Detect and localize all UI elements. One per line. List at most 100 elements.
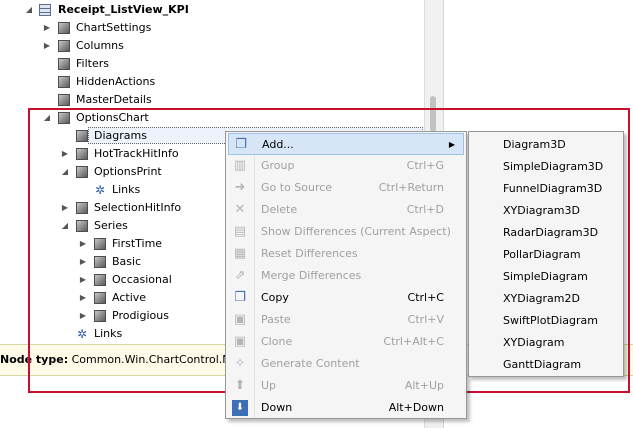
expand-arrow-icon[interactable]: ▶ [42, 37, 52, 55]
menu-item-copy[interactable]: ❐ Copy Ctrl+C [228, 287, 464, 309]
node-cube-icon [76, 202, 88, 214]
up-arrow-icon: ⬆ [234, 378, 246, 393]
node-cube-icon [94, 274, 106, 286]
menu-item-generate-content[interactable]: ✧ Generate Content [228, 353, 464, 375]
menu-item-clone[interactable]: ▣ Clone Ctrl+Alt+C [228, 331, 464, 353]
submenu-item[interactable]: PollarDiagram [503, 244, 581, 266]
paste-icon: ▣ [233, 312, 247, 327]
tree-node-label: Links [94, 327, 123, 340]
menu-item-shortcut: Ctrl+V [407, 313, 444, 326]
menu-item-show-differences[interactable]: ▤ Show Differences (Current Aspect) [228, 221, 464, 243]
tree-node-label: Links [112, 183, 141, 196]
submenu-item[interactable]: SimpleDiagram [503, 266, 588, 288]
menu-item-paste[interactable]: ▣ Paste Ctrl+V [228, 309, 464, 331]
node-cube-icon [76, 148, 88, 160]
menu-item-down[interactable]: ⬇ Down Alt+Down [228, 397, 464, 419]
menu-item-label: Down [261, 401, 293, 414]
add-submenu[interactable]: Diagram3D SimpleDiagram3D FunnelDiagram3… [468, 131, 624, 377]
tree-node-label: Columns [76, 39, 124, 52]
tree-node-label: ChartSettings [76, 21, 152, 34]
menu-item-label: Go to Source [261, 181, 333, 194]
copy-icon: ❐ [234, 290, 246, 305]
submenu-item[interactable]: SimpleDiagram3D [503, 156, 603, 178]
node-cube-icon [58, 94, 70, 106]
menu-item-label: Group [261, 159, 295, 172]
node-cube-icon [58, 112, 70, 124]
tree-node-label: OptionsChart [76, 111, 149, 124]
links-icon: ✲ [94, 183, 106, 197]
tree-node-label: FirstTime [112, 237, 163, 250]
expand-arrow-icon[interactable]: ▶ [78, 307, 88, 325]
submenu-item[interactable]: XYDiagram3D [503, 200, 580, 222]
tree-node-label: Occasional [112, 273, 172, 286]
node-cube-icon [58, 22, 70, 34]
collapse-arrow-icon[interactable]: ◢ [60, 217, 70, 235]
node-cube-icon [94, 256, 106, 268]
node-cube-icon [94, 292, 106, 304]
submenu-item[interactable]: GanttDiagram [503, 354, 581, 376]
submenu-item[interactable]: SwiftPlotDiagram [503, 310, 598, 332]
menu-item-label: Paste [261, 313, 291, 326]
menu-item-label: Generate Content [261, 357, 360, 370]
expand-arrow-icon[interactable]: ▶ [78, 289, 88, 307]
menu-item-add[interactable]: ❐ Add... ▶ [228, 133, 464, 155]
menu-item-merge-differences[interactable]: ⇗ Merge Differences [228, 265, 464, 287]
down-arrow-icon: ⬇ [232, 400, 248, 416]
submenu-item[interactable]: RadarDiagram3D [503, 222, 598, 244]
tree-node-label: OptionsPrint [94, 165, 162, 178]
submenu-item[interactable]: FunnelDiagram3D [503, 178, 602, 200]
menu-item-label: Delete [261, 203, 298, 216]
menu-item-label: Show Differences (Current Aspect) [261, 225, 451, 238]
clone-icon: ▣ [233, 334, 247, 349]
menu-item-delete[interactable]: ✕ Delete Ctrl+D [228, 199, 464, 221]
expand-arrow-icon[interactable]: ▶ [78, 235, 88, 253]
merge-differences-icon: ⇗ [234, 268, 246, 283]
tree-node-label: Basic [112, 255, 142, 268]
node-cube-icon [58, 40, 70, 52]
go-to-source-icon: ➜ [234, 180, 246, 195]
menu-item-shortcut: Alt+Up [404, 379, 444, 392]
collapse-arrow-icon[interactable]: ◢ [42, 109, 52, 127]
group-icon: ▥ [233, 158, 247, 173]
menu-item-label: Copy [261, 291, 289, 304]
node-cube-icon [58, 58, 70, 70]
collapse-arrow-icon[interactable]: ◢ [60, 163, 70, 181]
menu-item-group[interactable]: ▥ Group Ctrl+G [228, 155, 464, 177]
expand-arrow-icon[interactable]: ▶ [60, 145, 70, 163]
delete-icon: ✕ [234, 202, 246, 217]
menu-item-shortcut: Ctrl+Return [378, 181, 444, 194]
menu-item-shortcut: Ctrl+Alt+C [383, 335, 444, 348]
node-cube-icon [58, 76, 70, 88]
tree-node-label: Series [94, 219, 128, 232]
tree-node-label: HotTrackHitInfo [94, 147, 179, 160]
status-label: Node type: [0, 353, 69, 366]
node-cube-icon [76, 130, 88, 142]
expand-arrow-icon[interactable]: ▶ [78, 253, 88, 271]
node-cube-icon [94, 310, 106, 322]
tree-node-label: SelectionHitInfo [94, 201, 182, 214]
add-icon: ❐ [235, 137, 247, 152]
submenu-item[interactable]: Diagram3D [503, 134, 566, 156]
expand-arrow-icon[interactable]: ▶ [60, 199, 70, 217]
menu-item-shortcut: Ctrl+C [407, 291, 444, 304]
collapse-arrow-icon[interactable]: ◢ [24, 1, 34, 19]
menu-item-up[interactable]: ⬆ Up Alt+Up [228, 375, 464, 397]
node-cube-icon [76, 220, 88, 232]
menu-item-go-to-source[interactable]: ➜ Go to Source Ctrl+Return [228, 177, 464, 199]
menu-item-label: Up [261, 379, 277, 392]
tree-node-label: HiddenActions [76, 75, 156, 88]
context-menu[interactable]: ❐ Add... ▶ ▥ Group Ctrl+G ➜ Go to Source… [225, 131, 467, 419]
scrollbar-thumb[interactable] [430, 96, 436, 132]
tree-node-label: Active [112, 291, 147, 304]
expand-arrow-icon[interactable]: ▶ [42, 19, 52, 37]
menu-item-label: Merge Differences [261, 269, 362, 282]
menu-item-label: Add... [262, 138, 294, 151]
tree-node-label: MasterDetails [76, 93, 152, 106]
menu-item-reset-differences[interactable]: ▦ Reset Differences [228, 243, 464, 265]
expand-arrow-icon[interactable]: ▶ [78, 271, 88, 289]
submenu-item[interactable]: XYDiagram2D [503, 288, 580, 310]
submenu-arrow-icon: ▶ [448, 140, 455, 149]
tree-node-label: Diagrams [94, 129, 147, 142]
submenu-item[interactable]: XYDiagram [503, 332, 564, 354]
links-icon: ✲ [76, 327, 88, 341]
